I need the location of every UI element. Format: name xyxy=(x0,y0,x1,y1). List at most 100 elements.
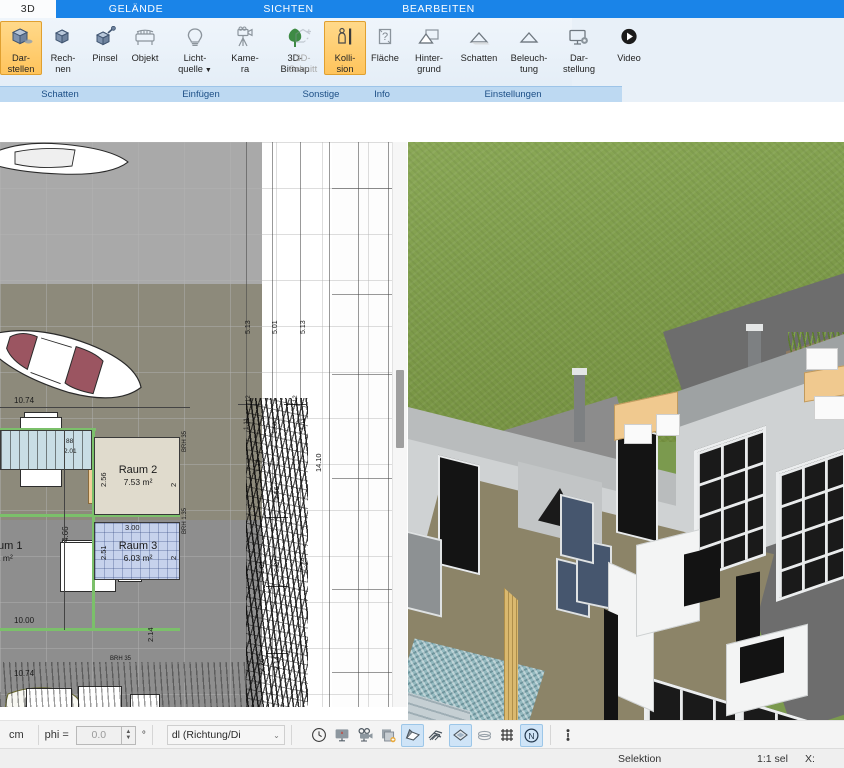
plan-grass-bottom xyxy=(0,662,250,707)
chevron-down-icon-combo[interactable]: ⌄ xyxy=(273,731,280,740)
plan-hguide-6 xyxy=(332,672,392,673)
plan-room-1-area: 4.61 m² xyxy=(0,553,13,563)
status-bar: Selektion 1:1 sel X: xyxy=(0,748,844,768)
scene-dining-chair-1 xyxy=(624,424,652,444)
command-hintergrund[interactable]: Hinter-grund xyxy=(404,21,454,75)
camera-tripod-icon xyxy=(233,25,257,51)
scene-door-interior-2 xyxy=(560,493,594,565)
phi-input[interactable]: 0.0 xyxy=(75,725,122,745)
phi-stepper[interactable]: ▲ ▼ xyxy=(121,725,136,745)
ribbon-workspace-gap xyxy=(0,102,844,142)
status-scale: 1:1 sel xyxy=(757,752,788,765)
plan-room-3-label: Raum 3 6.03 m² xyxy=(103,540,173,564)
more-options-icon[interactable] xyxy=(558,725,579,746)
bottom-toolbar: cm phi = 0.0 ▲ ▼ ° dl (Richtung/Di ⌄ N xyxy=(0,720,844,749)
command-objekt-label: Objekt xyxy=(131,53,159,63)
dim-3-00-room3: 3.00 xyxy=(125,523,140,532)
plan-room-1-label: Raum 1 4.61 m² xyxy=(0,540,44,564)
dim-overall-14-10: 14.10 xyxy=(314,453,323,473)
command-3d-schnitt-label: 3D- Schnitt xyxy=(288,53,318,74)
plan-car-top xyxy=(0,142,140,182)
scene-window-north-1 xyxy=(438,454,480,576)
tab-bearbeiten-label: BEARBEITEN xyxy=(402,3,475,15)
ribbon-group-sonstige-items: 3D- Schnitt Kolli-sion xyxy=(282,18,366,86)
tab-bearbeiten[interactable]: BEARBEITEN xyxy=(361,0,516,18)
command-3d-schnitt[interactable]: 3D- Schnitt xyxy=(282,21,324,75)
direction-mode-value: dl (Richtung/Di xyxy=(171,729,241,741)
command-lichtquelle[interactable]: Licht-quelle ▼ xyxy=(170,21,220,75)
ribbon-group-schatten: Dar-stellen Rech-nen Pinsel Schatten xyxy=(0,18,120,102)
person-collision-icon xyxy=(333,25,357,51)
ribbon-group-einfuegen-items: Objekt Licht-quelle ▼ Kame- ra 3D- Bitma… xyxy=(120,18,309,86)
solid-slab-icon[interactable] xyxy=(448,723,472,747)
plan-dimline-1 xyxy=(0,407,190,408)
dim-top-1: 5.13 xyxy=(245,320,252,334)
grid-icon[interactable] xyxy=(497,725,518,746)
ribbon-group-schatten-items: Dar-stellen Rech-nen Pinsel xyxy=(0,18,120,86)
plan-stairs xyxy=(0,430,92,470)
plan-dimline-2 xyxy=(64,430,65,630)
dim-10-74-a: 10.74 xyxy=(14,396,35,405)
unit-label: cm xyxy=(9,729,24,741)
plan-room-3-name: Raum 3 xyxy=(118,540,158,552)
house-light-icon xyxy=(516,25,542,51)
plane-surface-icon[interactable] xyxy=(400,723,424,747)
toolbar-divider-4 xyxy=(549,725,551,745)
tab-gelaende[interactable]: GELÄNDE xyxy=(56,0,216,18)
mesh-wire-icon[interactable] xyxy=(426,725,447,746)
plan-tree-hedge xyxy=(246,398,308,707)
command-rechnen[interactable]: Rech-nen xyxy=(42,21,84,75)
command-flaeche[interactable]: ? Fläche xyxy=(360,21,410,65)
tab-3d-label: 3D xyxy=(20,3,36,15)
floorplan-canvas[interactable]: 5.13 5.01 5.13 12 12 1.11 1.60 1.11 14.1… xyxy=(0,142,392,707)
command-objekt[interactable]: Objekt xyxy=(120,21,170,65)
command-darstellung-label: Dar-stellung xyxy=(562,53,596,74)
status-selection: Selektion xyxy=(618,752,662,765)
monitor-gear-icon xyxy=(566,25,592,51)
scene-chimney-left xyxy=(572,368,587,442)
cube-calc-icon xyxy=(51,25,75,51)
command-beleuchtung[interactable]: Beleuch-tung xyxy=(504,21,554,75)
play-circle-icon xyxy=(617,25,641,51)
plan-guide-v6 xyxy=(388,142,389,707)
svg-text:?: ? xyxy=(382,31,388,43)
application-window: 3D GELÄNDE SICHTEN BEARBEITEN Dar- stell… xyxy=(0,0,844,768)
command-schatten-einst[interactable]: Schatten xyxy=(454,21,504,65)
scene-door-interior-1 xyxy=(408,528,442,618)
tab-sichten[interactable]: SICHTEN xyxy=(216,0,361,18)
floorplan-vscroll-thumb[interactable] xyxy=(396,370,404,448)
floorplan-vscrollbar[interactable] xyxy=(392,142,407,707)
command-lichtquelle-label: Licht-quelle ▼ xyxy=(178,53,212,74)
svg-text:N: N xyxy=(528,730,534,740)
command-darstellen[interactable]: Dar-stellen xyxy=(0,21,42,75)
chevron-down-icon[interactable]: ▼ xyxy=(203,67,212,74)
monitor-record-icon[interactable] xyxy=(332,725,353,746)
stepper-down-icon[interactable]: ▼ xyxy=(125,735,131,741)
command-video[interactable]: Video xyxy=(604,21,654,65)
north-compass-icon[interactable]: N xyxy=(519,723,543,747)
clock-icon[interactable] xyxy=(309,725,330,746)
tab-sichten-label: SICHTEN xyxy=(263,3,314,15)
direction-mode-select[interactable]: dl (Richtung/Di ⌄ xyxy=(166,725,285,745)
plan-room-1-name: Raum 1 xyxy=(0,540,23,552)
copy-add-icon[interactable] xyxy=(378,725,399,746)
ribbon-group-info: ? Fläche Info xyxy=(360,18,404,102)
ribbon-tab-strip: 3D GELÄNDE SICHTEN BEARBEITEN xyxy=(0,0,844,18)
area-question-icon: ? xyxy=(374,25,396,51)
ribbon-group-info-items: ? Fläche xyxy=(360,18,404,86)
view-3d[interactable] xyxy=(408,142,844,720)
floorplan-2d-view[interactable]: 5.13 5.01 5.13 12 12 1.11 1.60 1.11 14.1… xyxy=(0,142,392,707)
dim-88: 88 xyxy=(66,438,74,445)
command-darstellung[interactable]: Dar-stellung xyxy=(554,21,604,75)
plan-room-2-name: Raum 2 xyxy=(118,464,158,476)
command-kamera[interactable]: Kame-ra xyxy=(220,21,270,75)
dim-2-14-b: 2.14 xyxy=(146,627,155,642)
plan-room-2-area: 7.53 m² xyxy=(123,477,153,487)
ribbon-group-sonstige-title: Sonstige xyxy=(282,86,360,102)
tab-3d[interactable]: 3D xyxy=(0,0,56,18)
stacked-layers-icon[interactable] xyxy=(474,725,495,746)
command-kollision-label: Kolli-sion xyxy=(334,53,356,74)
plan-room-2-label: Raum 2 7.53 m² xyxy=(103,464,173,488)
video-camera-icon[interactable] xyxy=(355,725,376,746)
plan-hguide-3 xyxy=(332,374,392,375)
